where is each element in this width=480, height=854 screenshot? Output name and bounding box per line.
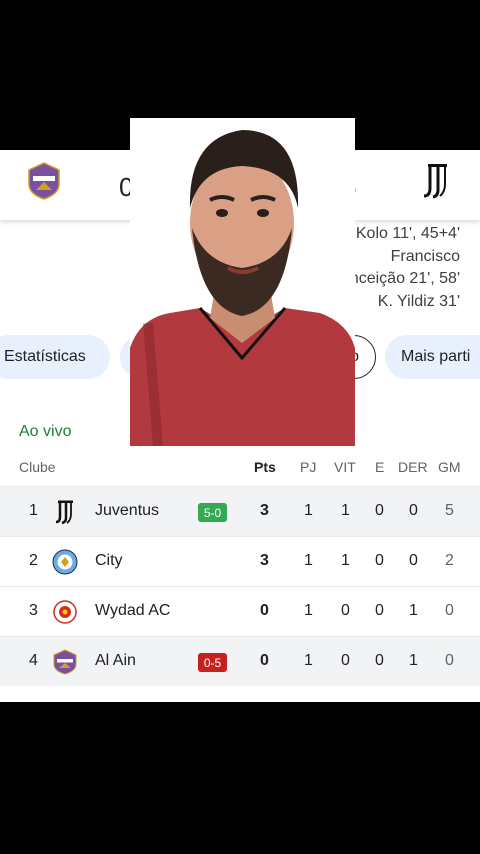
row-gm: 0 xyxy=(445,602,454,619)
row-e: 0 xyxy=(375,552,384,569)
row-pts: 0 xyxy=(260,602,269,619)
row-pj: 1 xyxy=(304,502,313,519)
row-gm: 0 xyxy=(445,652,454,669)
result-badge: 0-5 xyxy=(198,653,227,672)
row-position: 1 xyxy=(29,502,38,519)
standings-header: Clube Pts PJ VIT E DER GM xyxy=(0,455,480,481)
result-badge: 5-0 xyxy=(198,503,227,522)
row-vit: 0 xyxy=(341,602,350,619)
row-vit: 1 xyxy=(341,502,350,519)
wydad-crest-icon xyxy=(53,600,77,624)
row-pts: 3 xyxy=(260,552,269,569)
table-row[interactable]: 4 Al Ain 0-5 0 1 0 0 1 0 xyxy=(0,636,480,686)
juventus-crest-icon[interactable] xyxy=(420,162,454,200)
row-der: 1 xyxy=(409,602,418,619)
row-vit: 0 xyxy=(341,652,350,669)
webcam-overlay xyxy=(130,118,355,446)
row-position: 4 xyxy=(29,652,38,669)
table-row[interactable]: 2 City 3 1 1 0 0 2 xyxy=(0,536,480,586)
row-club: Al Ain xyxy=(95,652,136,669)
row-gm: 5 xyxy=(445,502,454,519)
header-pts: Pts xyxy=(254,459,276,475)
header-der: DER xyxy=(398,459,428,475)
table-row[interactable]: 3 Wydad AC 0 1 0 0 1 0 xyxy=(0,586,480,636)
row-pj: 1 xyxy=(304,602,313,619)
live-label: Ao vivo xyxy=(19,423,72,440)
header-gm: GM xyxy=(438,459,461,475)
tab-statistics[interactable]: Estatísticas xyxy=(0,335,110,379)
juventus-crest-icon xyxy=(55,500,73,525)
tab-more-matches[interactable]: Mais parti xyxy=(385,335,480,379)
header-vit: VIT xyxy=(334,459,356,475)
table-row[interactable]: 1 Juventus 5-0 3 1 1 0 0 5 xyxy=(0,486,480,536)
row-pts: 3 xyxy=(260,502,269,519)
row-pj: 1 xyxy=(304,552,313,569)
row-der: 0 xyxy=(409,502,418,519)
row-club: City xyxy=(95,552,123,569)
header-e: E xyxy=(375,459,385,475)
row-position: 2 xyxy=(29,552,38,569)
row-e: 0 xyxy=(375,502,384,519)
row-pj: 1 xyxy=(304,652,313,669)
al-ain-crest-icon[interactable] xyxy=(27,162,61,200)
al-ain-crest-icon xyxy=(53,649,77,675)
presenter-video xyxy=(130,118,355,446)
row-e: 0 xyxy=(375,602,384,619)
row-gm: 2 xyxy=(445,552,454,569)
row-vit: 1 xyxy=(341,552,350,569)
row-e: 0 xyxy=(375,652,384,669)
row-der: 1 xyxy=(409,652,418,669)
header-pj: PJ xyxy=(300,459,317,475)
row-club: Juventus xyxy=(95,502,160,519)
row-position: 3 xyxy=(29,602,38,619)
header-club: Clube xyxy=(19,459,56,475)
manchester-city-crest-icon xyxy=(52,549,78,575)
row-club: Wydad AC xyxy=(95,602,171,619)
row-der: 0 xyxy=(409,552,418,569)
row-pts: 0 xyxy=(260,652,269,669)
